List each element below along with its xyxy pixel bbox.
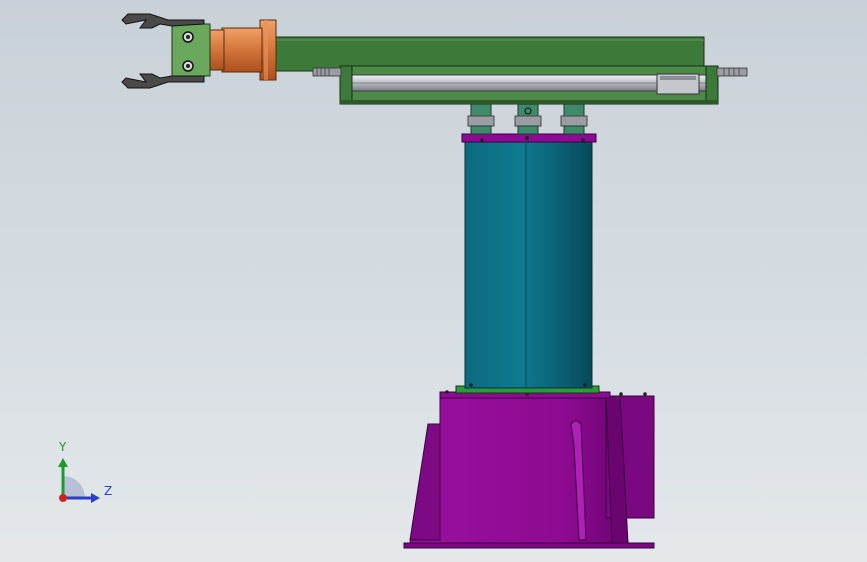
column-cylinder (464, 141, 593, 389)
wrist-hub (209, 29, 225, 71)
coordinate-triad[interactable]: Y Z (44, 440, 114, 510)
z-axis-label: Z (104, 484, 113, 498)
base-housing (409, 395, 629, 544)
y-axis-label: Y (59, 440, 67, 454)
bearings[interactable] (467, 103, 588, 135)
base-left-rib (409, 423, 441, 541)
base-foot-plate (403, 542, 655, 549)
bearing-left (467, 103, 495, 135)
bearing-center (514, 103, 542, 135)
gripper[interactable] (121, 13, 211, 89)
wrist-sleeve (221, 27, 263, 73)
screw-right (716, 67, 748, 77)
robot-arm-model[interactable] (0, 0, 867, 562)
base[interactable] (403, 390, 655, 549)
triad-axes (58, 458, 100, 503)
gripper-jaw-lower (121, 73, 205, 89)
z-axis-arrow-icon (91, 493, 100, 503)
linear-guide[interactable] (312, 65, 748, 105)
guide-end-right (705, 65, 719, 105)
wrist[interactable] (209, 19, 277, 81)
y-axis-arrow-icon (58, 458, 68, 467)
column[interactable] (455, 133, 600, 394)
x-axis-dot-icon (59, 494, 67, 502)
guide-end-left (339, 65, 353, 105)
bearing-right (560, 103, 588, 135)
cad-viewport[interactable]: Y Z (0, 0, 867, 562)
